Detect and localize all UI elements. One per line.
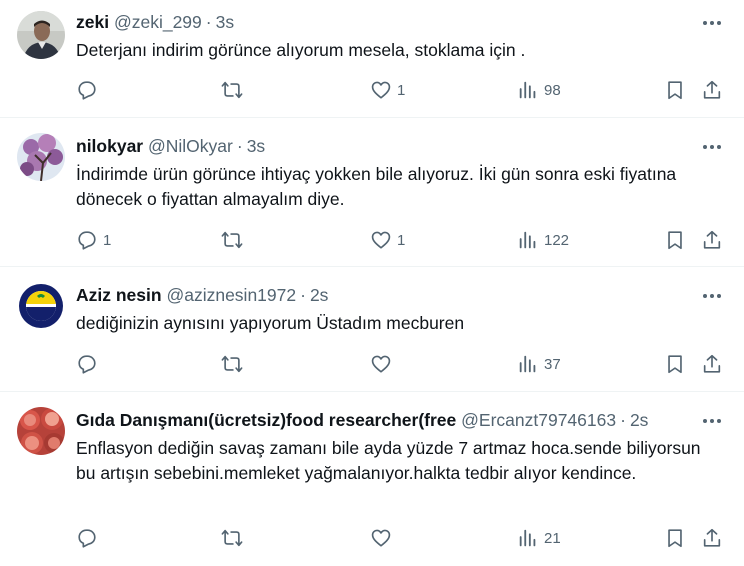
- avatar[interactable]: [17, 407, 65, 455]
- action-bar: 1 1 122: [76, 227, 726, 253]
- repost-button[interactable]: [221, 525, 248, 551]
- reply-button[interactable]: [76, 77, 103, 103]
- tweet-2[interactable]: nilokyar @NilOkyar · 3s İndirimde ürün gör…: [0, 118, 744, 267]
- repost-button[interactable]: [221, 351, 248, 377]
- tweet-text: dediğinizin aynısını yapıyorum Üstadım m…: [76, 313, 465, 333]
- bookmark-button[interactable]: [664, 525, 686, 551]
- separator-dot: ·: [205, 12, 212, 32]
- reply-icon: [76, 527, 98, 549]
- views-button[interactable]: 21: [517, 525, 561, 551]
- views-button[interactable]: 122: [517, 227, 569, 253]
- share-icon: [701, 353, 723, 375]
- share-button[interactable]: [701, 77, 723, 103]
- avatar[interactable]: [17, 11, 65, 59]
- separator-dot: ·: [300, 285, 306, 305]
- views-count: 122: [544, 231, 570, 249]
- like-count: 1: [397, 81, 406, 99]
- avatar[interactable]: [17, 282, 65, 330]
- share-button[interactable]: [701, 525, 723, 551]
- tweet-1[interactable]: zeki @zeki_299 · 3s Deterjanı indirim görü…: [0, 0, 744, 118]
- repost-icon: [221, 353, 243, 375]
- tweet-3[interactable]: Aziz nesin @aziznesin1972 · 2s dediğinizin…: [0, 267, 744, 392]
- timestamp[interactable]: 3s: [216, 12, 234, 32]
- like-button[interactable]: [370, 525, 397, 551]
- views-count: 37: [544, 355, 561, 373]
- more-icon[interactable]: [700, 137, 724, 157]
- views-button[interactable]: 37: [517, 351, 561, 377]
- share-icon: [701, 229, 723, 251]
- like-icon: [370, 229, 392, 251]
- author-handle[interactable]: @NilOkyar: [148, 136, 233, 156]
- share-button[interactable]: [701, 227, 723, 253]
- timestamp[interactable]: 2s: [630, 410, 648, 430]
- author-name[interactable]: Gıda Danışmanı(ücretsiz)food researcher(…: [76, 410, 456, 430]
- tweet-text: İndirimde ürün görünce ihtiyaç yokken bi…: [76, 164, 677, 209]
- repost-icon: [221, 527, 243, 549]
- repost-button[interactable]: [221, 227, 248, 253]
- like-count: 1: [397, 231, 406, 249]
- separator-dot: ·: [236, 136, 243, 156]
- views-count: 98: [544, 81, 561, 99]
- reply-button[interactable]: 1: [76, 227, 111, 253]
- share-icon: [701, 527, 723, 549]
- tweet-4[interactable]: Gıda Danışmanı(ücretsiz)food researcher(…: [0, 392, 744, 566]
- reply-icon: [76, 229, 98, 251]
- bookmark-icon: [664, 353, 686, 375]
- reply-count: 1: [103, 231, 112, 249]
- repost-icon: [221, 229, 243, 251]
- timestamp[interactable]: 2s: [310, 285, 328, 305]
- author-name[interactable]: Aziz nesin: [76, 285, 162, 305]
- views-icon: [517, 229, 539, 251]
- more-icon[interactable]: [700, 13, 724, 33]
- action-bar: 21: [76, 525, 726, 551]
- like-button[interactable]: 1: [370, 77, 405, 103]
- repost-icon: [221, 79, 243, 101]
- bookmark-icon: [664, 229, 686, 251]
- repost-button[interactable]: [221, 77, 248, 103]
- like-button[interactable]: [370, 351, 397, 377]
- bookmark-button[interactable]: [664, 227, 686, 253]
- views-icon: [517, 527, 539, 549]
- author-handle[interactable]: @Ercanzt79746163: [461, 410, 616, 430]
- avatar[interactable]: [17, 133, 65, 181]
- views-button[interactable]: 98: [517, 77, 561, 103]
- like-icon: [370, 353, 392, 375]
- like-button[interactable]: 1: [370, 227, 405, 253]
- action-bar: 1 98: [76, 77, 726, 103]
- reply-icon: [76, 79, 98, 101]
- author-name[interactable]: nilokyar: [76, 136, 143, 156]
- more-icon[interactable]: [700, 286, 724, 306]
- author-name[interactable]: zeki: [76, 12, 109, 32]
- reply-icon: [76, 353, 98, 375]
- views-icon: [517, 79, 539, 101]
- separator-dot: ·: [620, 410, 626, 430]
- reply-button[interactable]: [76, 351, 103, 377]
- like-icon: [370, 79, 392, 101]
- views-count: 21: [544, 529, 561, 547]
- action-bar: 37: [76, 351, 726, 377]
- share-button[interactable]: [701, 351, 723, 377]
- like-icon: [370, 527, 392, 549]
- reply-button[interactable]: [76, 525, 103, 551]
- more-icon[interactable]: [700, 411, 724, 431]
- bookmark-icon: [664, 527, 686, 549]
- author-handle[interactable]: @zeki_299: [114, 12, 202, 32]
- bookmark-icon: [664, 79, 686, 101]
- views-icon: [517, 353, 539, 375]
- timestamp[interactable]: 3s: [247, 136, 265, 156]
- tweet-text: Deterjanı indirim görünce alıyorum mesel…: [76, 40, 526, 60]
- tweet-text: Enflasyon dediğin savaş zamanı bile ayda…: [76, 438, 701, 483]
- share-icon: [701, 79, 723, 101]
- bookmark-button[interactable]: [664, 351, 686, 377]
- bookmark-button[interactable]: [664, 77, 686, 103]
- author-handle[interactable]: @aziznesin1972: [166, 285, 296, 305]
